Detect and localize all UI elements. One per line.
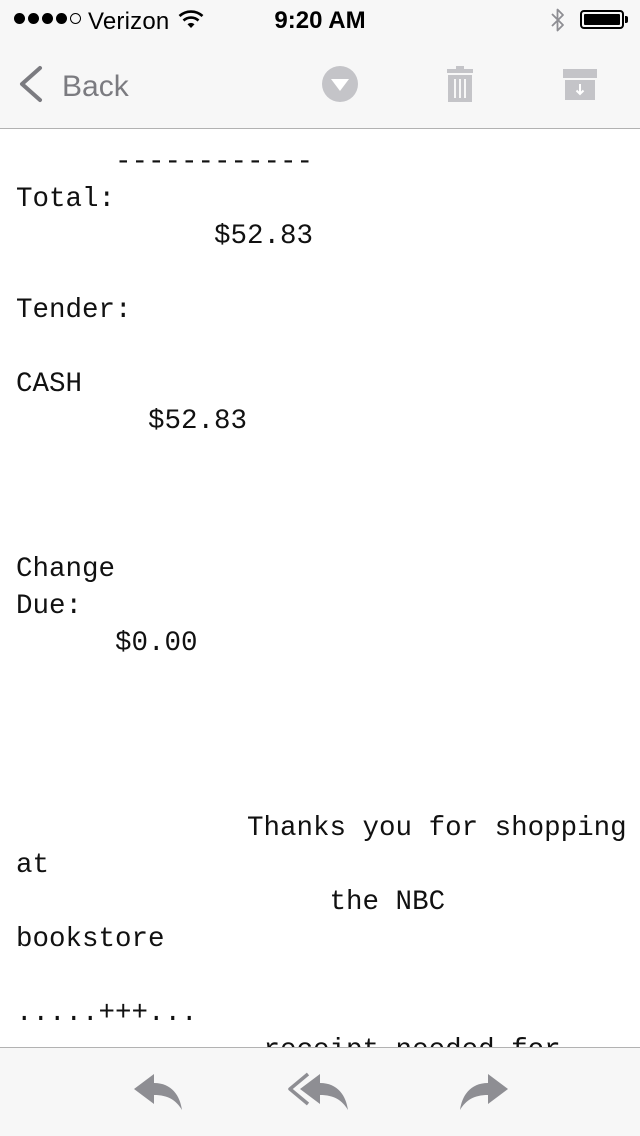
forward-icon[interactable]	[456, 1070, 510, 1119]
back-label: Back	[62, 69, 129, 103]
trash-icon[interactable]	[440, 64, 480, 104]
more-dropdown-icon[interactable]	[320, 64, 360, 104]
back-button[interactable]: Back	[16, 64, 129, 109]
status-time: 9:20 AM	[274, 7, 366, 34]
bottom-toolbar	[0, 1047, 640, 1136]
message-body[interactable]: ------------ Total: $52.83 Tender: CASH …	[0, 129, 640, 1047]
chevron-left-icon	[16, 64, 44, 109]
reply-icon[interactable]	[132, 1070, 186, 1119]
battery-icon	[580, 10, 628, 29]
navigation-bar: Back	[0, 40, 640, 129]
receipt-text: ------------ Total: $52.83 Tender: CASH …	[16, 147, 627, 1047]
reply-all-icon[interactable]	[288, 1070, 352, 1119]
status-bar: Verizon 9:20 AM	[0, 0, 640, 40]
archive-icon[interactable]	[560, 64, 600, 104]
bluetooth-icon	[550, 6, 566, 39]
